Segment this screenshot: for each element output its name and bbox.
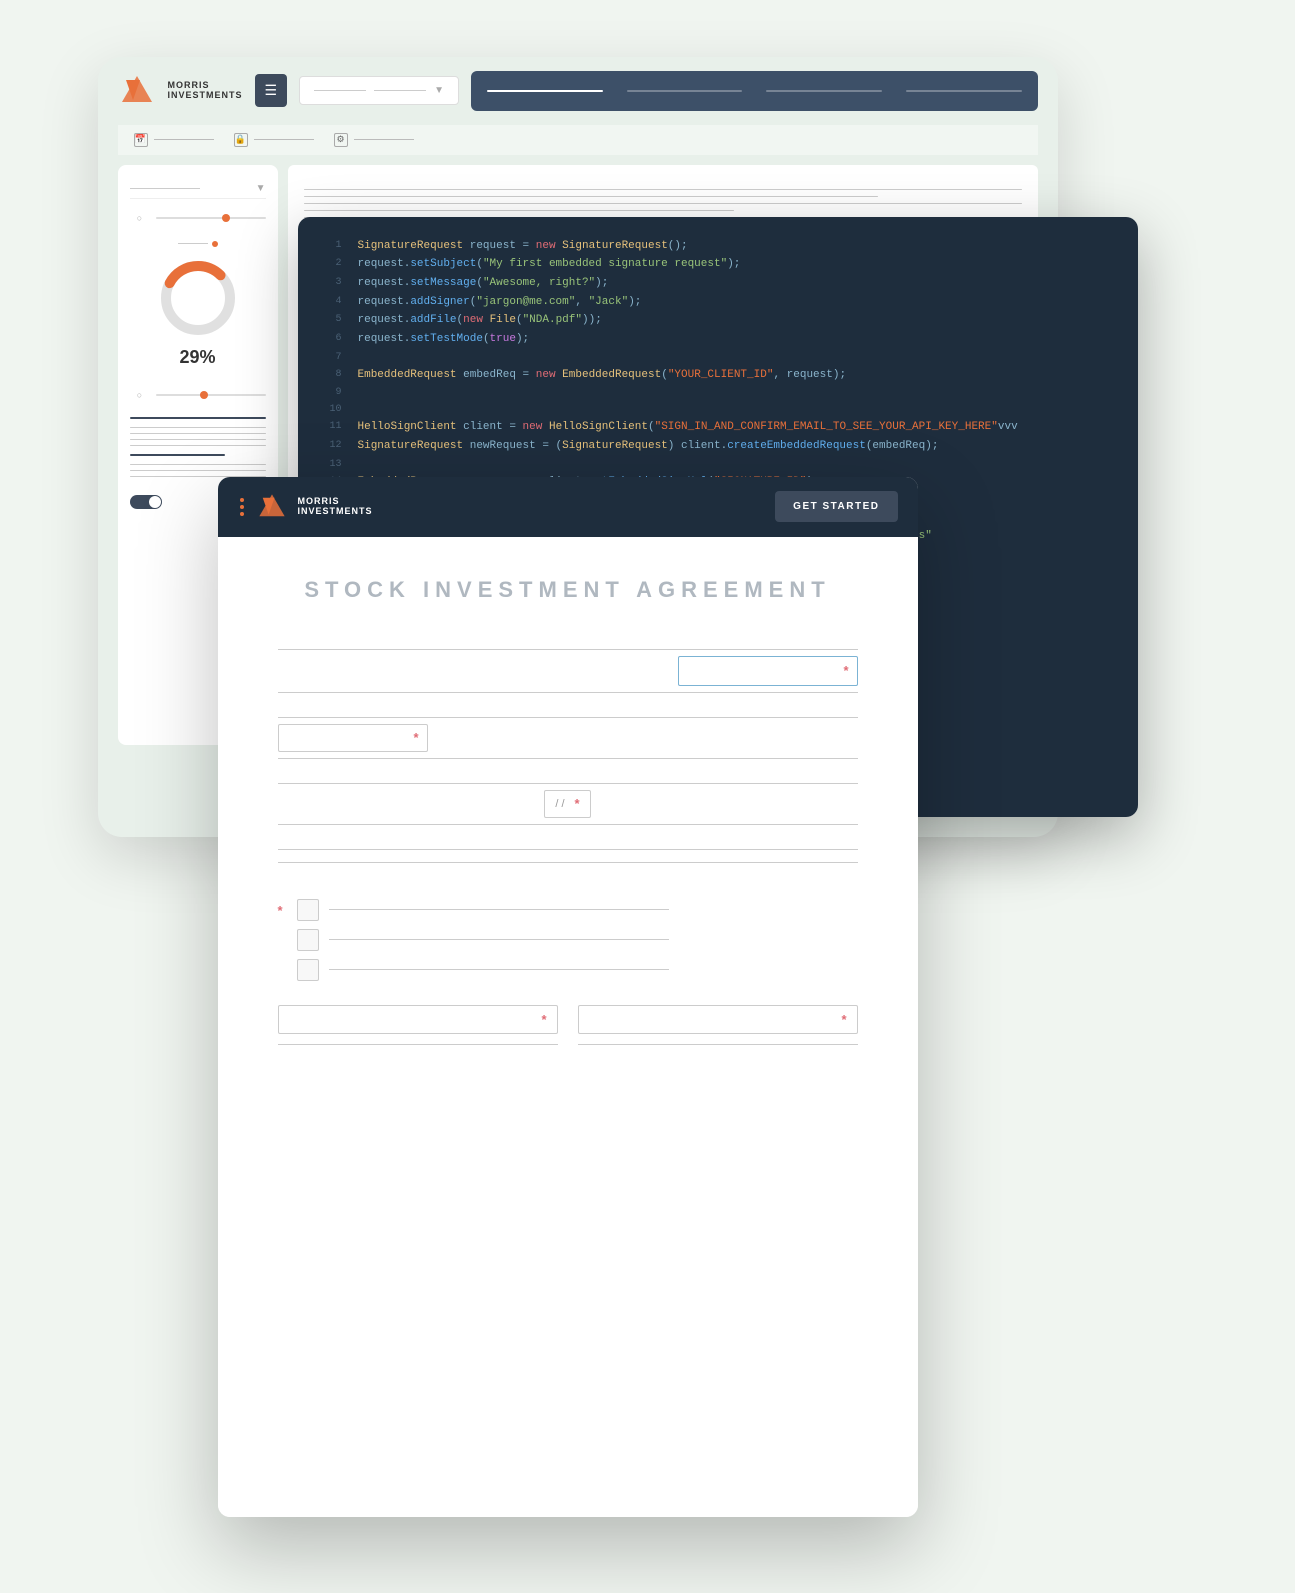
nav-tab-4[interactable] <box>906 90 1022 92</box>
checkbox-label-1 <box>329 909 669 910</box>
checkbox-row-1 <box>297 899 669 921</box>
checkbox-3[interactable] <box>297 959 319 981</box>
code-line-12: 12 SignatureRequest newRequest = (Signat… <box>298 437 1138 456</box>
code-line-8: 8 EmbeddedRequest embedReq = new Embedde… <box>298 366 1138 385</box>
form-line-7 <box>278 849 858 850</box>
checkbox-2[interactable] <box>297 929 319 951</box>
form-line-5 <box>278 783 858 784</box>
bottom-field-2-line <box>578 1044 858 1045</box>
form-line-8 <box>278 862 858 863</box>
form-group-1: * <box>278 643 858 699</box>
subtab-lock[interactable]: 🔒 <box>234 133 314 147</box>
sidebar-list <box>130 414 266 477</box>
form-section: * * <box>278 643 858 1045</box>
code-line-9: 9 <box>298 384 1138 401</box>
code-line-13: 13 <box>298 456 1138 473</box>
code-line-2: 2 request.setSubject("My first embedded … <box>298 255 1138 274</box>
form-group-3: / / * <box>278 777 858 831</box>
code-line-1: 1 SignatureRequest request = new Signatu… <box>298 237 1138 256</box>
form-line-4 <box>278 758 858 759</box>
modal-brand-text: MORRIS INVESTMENTS <box>298 497 373 517</box>
dashboard-brand: MORRIS INVESTMENTS <box>168 81 243 101</box>
code-line-5: 5 request.addFile(new File("NDA.pdf")); <box>298 311 1138 330</box>
donut-chart: 29% <box>130 233 266 376</box>
sidebar-dropdown[interactable]: ▼ <box>130 179 266 199</box>
sidebar-slider-2[interactable]: ○ <box>130 390 266 400</box>
nav-tab-3[interactable] <box>766 90 882 92</box>
modal-header: MORRIS INVESTMENTS GET STARTED <box>218 477 918 537</box>
scene-container: MORRIS INVESTMENTS ☰ ▼ 📅 <box>98 57 1198 1537</box>
bottom-field-2[interactable]: * <box>578 1005 858 1034</box>
bottom-fields-row: * * <box>278 1005 858 1045</box>
sidebar-slider[interactable]: ○ <box>130 213 266 223</box>
bottom-field-1-line <box>278 1044 558 1045</box>
code-line-10: 10 <box>298 401 1138 418</box>
dashboard-nav-dropdown[interactable]: ▼ <box>299 76 459 105</box>
agreement-modal: MORRIS INVESTMENTS GET STARTED STOCK INV… <box>218 477 918 1517</box>
form-field-1[interactable]: * <box>678 656 858 686</box>
form-field-2[interactable]: * <box>278 724 428 752</box>
form-line-2 <box>278 692 858 693</box>
checkboxes-column <box>297 899 669 981</box>
checkbox-section: * <box>278 899 858 981</box>
subtab-gear[interactable]: ⚙ <box>334 133 414 147</box>
donut-percentage: 29% <box>179 347 215 368</box>
get-started-button[interactable]: GET STARTED <box>775 491 897 522</box>
modal-body: STOCK INVESTMENT AGREEMENT * <box>218 537 918 1517</box>
form-line-1 <box>278 649 858 650</box>
bottom-field-1[interactable]: * <box>278 1005 558 1034</box>
code-line-11: 11 HelloSignClient client = new HelloSig… <box>298 418 1138 437</box>
code-line-7: 7 <box>298 349 1138 366</box>
subtab-calendar[interactable]: 📅 <box>134 133 214 147</box>
checkbox-row-2 <box>297 929 669 951</box>
modal-logo-icon <box>256 491 288 523</box>
dashboard-menu-button[interactable]: ☰ <box>255 74 288 107</box>
checkbox-label-3 <box>329 969 669 970</box>
form-line-3 <box>278 717 858 718</box>
dots-menu-icon[interactable] <box>238 496 246 518</box>
code-line-6: 6 request.setTestMode(true); <box>298 330 1138 349</box>
modal-header-left: MORRIS INVESTMENTS <box>238 491 373 523</box>
dashboard-subtabs: 📅 🔒 ⚙ <box>118 125 1038 155</box>
dashboard-tabs-bar <box>471 71 1037 111</box>
dashboard-topbar: MORRIS INVESTMENTS ☰ ▼ <box>98 57 1058 125</box>
code-line-4: 4 request.addSigner("jargon@me.com", "Ja… <box>298 293 1138 312</box>
checkbox-1[interactable] <box>297 899 319 921</box>
form-line-6 <box>278 824 858 825</box>
form-group-2: * <box>278 711 858 765</box>
agreement-title: STOCK INVESTMENT AGREEMENT <box>278 577 858 603</box>
code-line-3: 3 request.setMessage("Awesome, right?"); <box>298 274 1138 293</box>
checkbox-label-2 <box>329 939 669 940</box>
dashboard-logo-icon <box>118 72 156 110</box>
checkbox-row-3 <box>297 959 669 981</box>
form-date-field[interactable]: / / * <box>544 790 590 818</box>
nav-tab-2[interactable] <box>627 90 743 92</box>
nav-tab-1[interactable] <box>487 90 603 92</box>
